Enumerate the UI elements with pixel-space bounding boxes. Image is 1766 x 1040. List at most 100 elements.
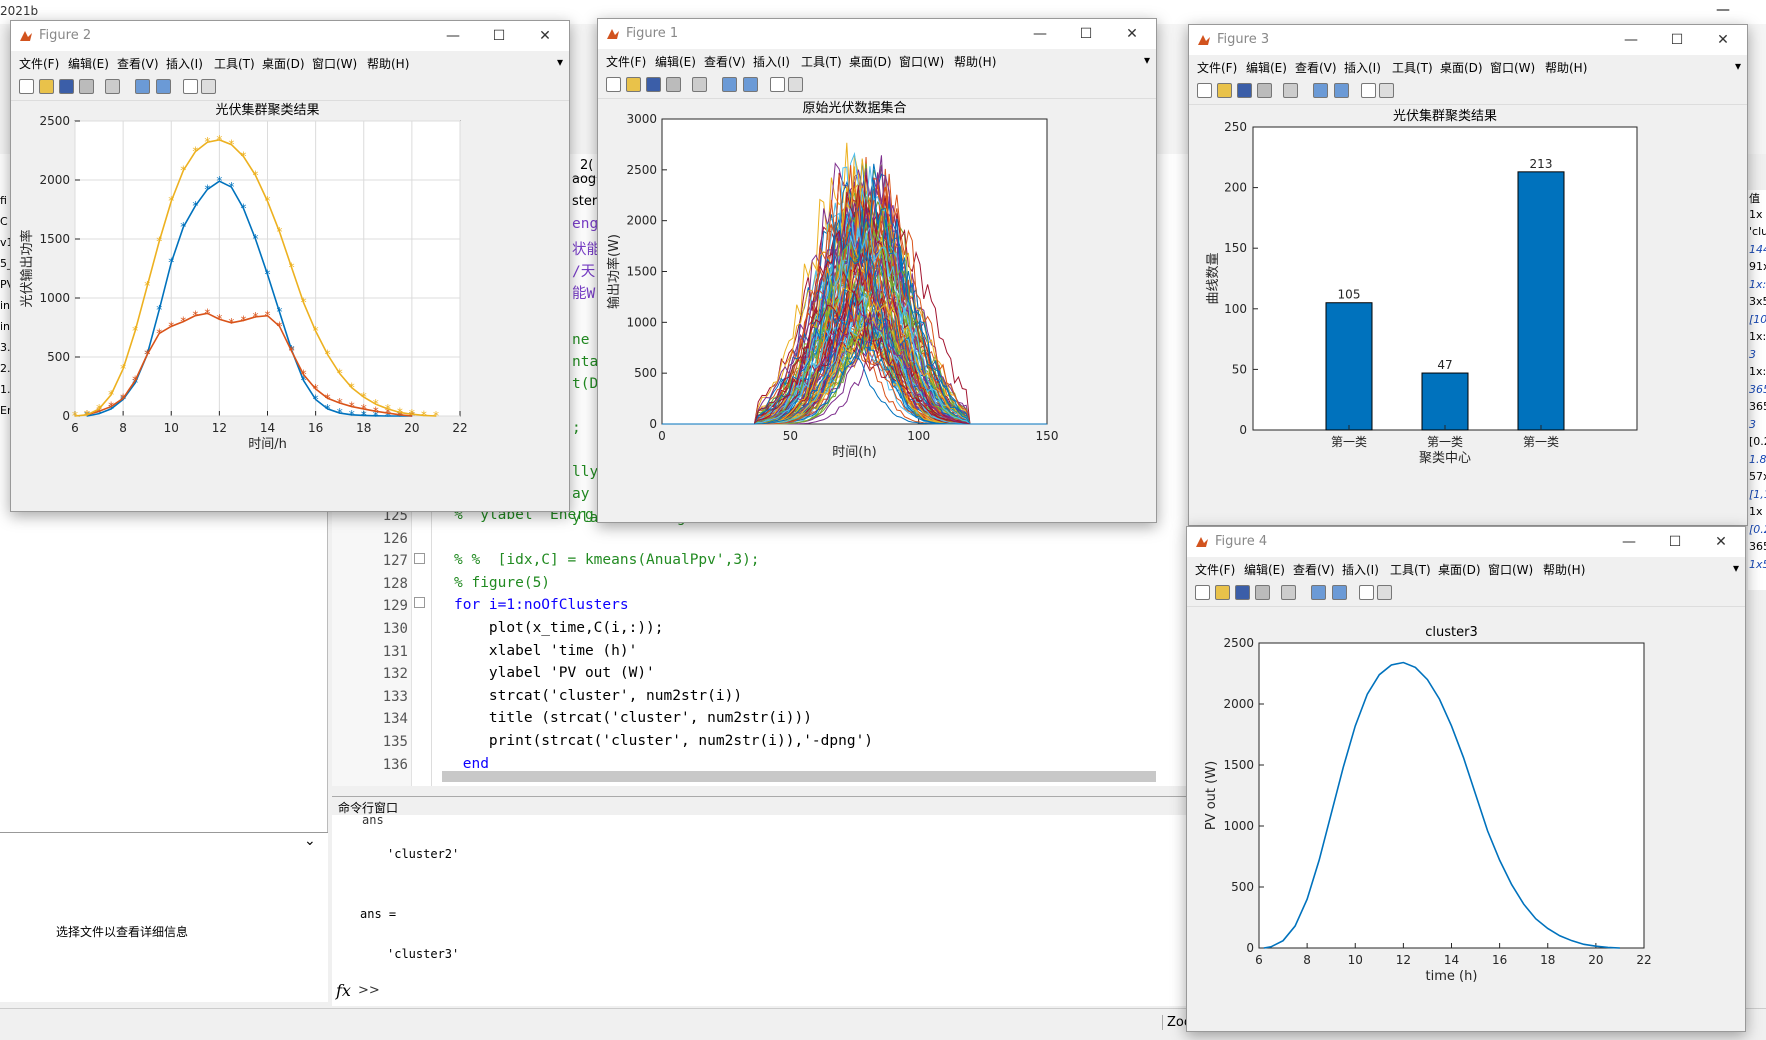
menu-item[interactable]: 编辑(E): [1244, 561, 1285, 578]
file-item[interactable]: in: [0, 299, 10, 312]
menu-item[interactable]: 帮助(H): [1545, 59, 1587, 76]
open-file-icon[interactable]: [39, 79, 54, 94]
code-line[interactable]: plot(x_time,C(i,:));: [454, 620, 664, 636]
menu-item[interactable]: 插入(I): [1342, 561, 1379, 578]
code-line[interactable]: % % [idx,C] = kmeans(AnualPpv',3);: [454, 552, 760, 568]
menu-item[interactable]: 文件(F): [1197, 59, 1237, 76]
menu-item[interactable]: 插入(I): [1344, 59, 1381, 76]
colorbar-icon[interactable]: [1313, 83, 1328, 98]
print-icon[interactable]: [666, 77, 681, 92]
code-line[interactable]: ylabel 'PV out (W)': [454, 665, 655, 681]
colorbar-icon[interactable]: [135, 79, 150, 94]
legend-icon[interactable]: [743, 77, 758, 92]
property-editor-icon[interactable]: [1379, 83, 1394, 98]
menu-item[interactable]: 编辑(E): [1246, 59, 1287, 76]
open-file-icon[interactable]: [1217, 83, 1232, 98]
menu-item[interactable]: 桌面(D): [1440, 59, 1483, 76]
minimize-icon[interactable]: —: [1716, 2, 1730, 18]
command-prompt[interactable]: >>: [358, 983, 380, 998]
property-editor-icon[interactable]: [788, 77, 803, 92]
minimize-button[interactable]: —: [1607, 529, 1651, 555]
menu-overflow-icon[interactable]: ▾: [557, 55, 563, 69]
menu-item[interactable]: 编辑(E): [655, 53, 696, 70]
property-editor-icon[interactable]: [1377, 585, 1392, 600]
close-button[interactable]: ✕: [523, 23, 567, 49]
fold-marker-127[interactable]: [414, 553, 425, 564]
code-line[interactable]: print(strcat('cluster', num2str(i)),'-dp…: [454, 733, 873, 749]
menu-item[interactable]: 查看(V): [1293, 561, 1335, 578]
link-icon[interactable]: [1283, 83, 1298, 98]
colorbar-icon[interactable]: [1311, 585, 1326, 600]
legend-icon[interactable]: [156, 79, 171, 94]
pointer-icon[interactable]: [183, 79, 198, 94]
file-item[interactable]: C: [0, 215, 8, 228]
menu-item[interactable]: 文件(F): [606, 53, 646, 70]
new-figure-icon[interactable]: [1197, 83, 1212, 98]
maximize-button[interactable]: ☐: [477, 23, 521, 49]
menu-item[interactable]: 桌面(D): [1438, 561, 1481, 578]
colorbar-icon[interactable]: [722, 77, 737, 92]
pointer-icon[interactable]: [1359, 585, 1374, 600]
menu-item[interactable]: 桌面(D): [849, 53, 892, 70]
link-icon[interactable]: [105, 79, 120, 94]
open-file-icon[interactable]: [1215, 585, 1230, 600]
close-button[interactable]: ✕: [1699, 529, 1743, 555]
open-file-icon[interactable]: [626, 77, 641, 92]
menu-item[interactable]: 桌面(D): [262, 55, 305, 72]
code-line[interactable]: title (strcat('cluster', num2str(i))): [454, 710, 812, 726]
details-collapse-icon[interactable]: ⌄: [304, 833, 316, 849]
menu-item[interactable]: 查看(V): [117, 55, 159, 72]
menu-item[interactable]: 文件(F): [1195, 561, 1235, 578]
close-button[interactable]: ✕: [1701, 27, 1745, 53]
code-line[interactable]: end: [454, 756, 489, 772]
pointer-icon[interactable]: [1361, 83, 1376, 98]
maximize-button[interactable]: ☐: [1655, 27, 1699, 53]
menu-item[interactable]: 查看(V): [1295, 59, 1337, 76]
menu-item[interactable]: 帮助(H): [954, 53, 996, 70]
legend-icon[interactable]: [1332, 585, 1347, 600]
print-icon[interactable]: [79, 79, 94, 94]
minimize-button[interactable]: —: [431, 23, 475, 49]
save-icon[interactable]: [646, 77, 661, 92]
menu-item[interactable]: 窗口(W): [1488, 561, 1533, 578]
fold-marker-129[interactable]: [414, 597, 425, 608]
file-item[interactable]: fi: [0, 194, 7, 207]
print-icon[interactable]: [1255, 585, 1270, 600]
file-item[interactable]: in: [0, 320, 10, 333]
menu-item[interactable]: 插入(I): [166, 55, 203, 72]
new-figure-icon[interactable]: [1195, 585, 1210, 600]
menu-item[interactable]: 工具(T): [801, 53, 842, 70]
save-icon[interactable]: [1235, 585, 1250, 600]
menu-item[interactable]: 窗口(W): [1490, 59, 1535, 76]
new-figure-icon[interactable]: [606, 77, 621, 92]
print-icon[interactable]: [1257, 83, 1272, 98]
menu-item[interactable]: 插入(I): [753, 53, 790, 70]
menu-item[interactable]: 查看(V): [704, 53, 746, 70]
menu-item[interactable]: 编辑(E): [68, 55, 109, 72]
menu-item[interactable]: 窗口(W): [899, 53, 944, 70]
menu-overflow-icon[interactable]: ▾: [1735, 59, 1741, 73]
menu-item[interactable]: 帮助(H): [1543, 561, 1585, 578]
save-icon[interactable]: [59, 79, 74, 94]
link-icon[interactable]: [1281, 585, 1296, 600]
menu-overflow-icon[interactable]: ▾: [1733, 561, 1739, 575]
code-line[interactable]: % figure(5): [454, 575, 550, 591]
menu-item[interactable]: 窗口(W): [312, 55, 357, 72]
code-line[interactable]: strcat('cluster', num2str(i)): [454, 688, 742, 704]
minimize-button[interactable]: —: [1609, 27, 1653, 53]
pointer-icon[interactable]: [770, 77, 785, 92]
code-line[interactable]: xlabel 'time (h)': [454, 643, 637, 659]
menu-item[interactable]: 文件(F): [19, 55, 59, 72]
menu-item[interactable]: 工具(T): [214, 55, 255, 72]
menu-item[interactable]: 帮助(H): [367, 55, 409, 72]
save-icon[interactable]: [1237, 83, 1252, 98]
link-icon[interactable]: [692, 77, 707, 92]
maximize-button[interactable]: ☐: [1653, 529, 1697, 555]
minimize-button[interactable]: —: [1018, 21, 1062, 47]
new-figure-icon[interactable]: [19, 79, 34, 94]
menu-overflow-icon[interactable]: ▾: [1144, 53, 1150, 67]
menu-item[interactable]: 工具(T): [1392, 59, 1433, 76]
property-editor-icon[interactable]: [201, 79, 216, 94]
legend-icon[interactable]: [1334, 83, 1349, 98]
close-button[interactable]: ✕: [1110, 21, 1154, 47]
